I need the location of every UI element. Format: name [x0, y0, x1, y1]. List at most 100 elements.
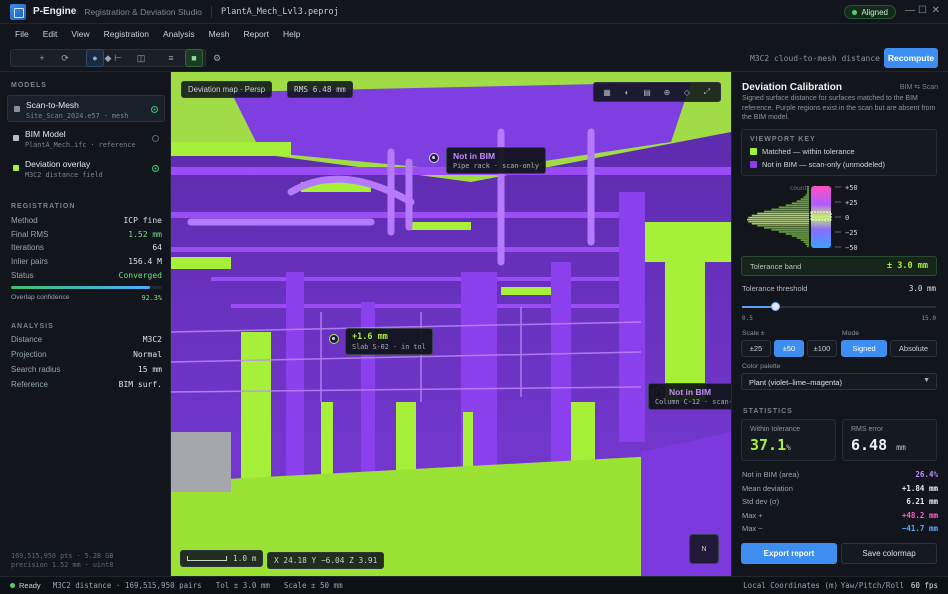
within-tolerance-unit: %	[786, 443, 791, 452]
status-tolerance: Tol ± 3.0 mm	[215, 581, 270, 590]
key-label: Matched — within tolerance	[762, 147, 855, 156]
project-file-name: PlantA_Mech_Lvl3.peproj	[221, 6, 339, 17]
colorbar-tick: −25	[845, 229, 858, 237]
callout-subtitle: Pipe rack · scan-only	[453, 162, 539, 170]
scale-100-button[interactable]: ±100	[807, 340, 837, 357]
model-name: Scan-to-Mesh	[26, 100, 79, 110]
rms-error-value: 6.48	[851, 436, 888, 454]
status-ypr: Yaw/Pitch/Roll	[840, 581, 904, 590]
settings-tool-button[interactable]: ⚙	[208, 49, 226, 67]
compass-label: N	[701, 545, 707, 553]
mode-signed-button[interactable]: Signed	[841, 340, 887, 357]
measure-icon: ⊢	[114, 52, 122, 63]
point-count-footer: 169,515,950 pts · 5.28 GB	[11, 552, 114, 560]
model-item-bim-model[interactable]: BIM Model PlantA_Mech.ifc · reference	[7, 125, 165, 152]
callout-marker[interactable]	[429, 153, 439, 163]
point-tool-button[interactable]: ●	[86, 49, 104, 67]
within-tolerance-card: Within tolerance 37.1%	[741, 419, 836, 461]
callout-column[interactable]: Not in BIM Column C-12 · scan-only	[648, 383, 731, 410]
menu-mesh[interactable]: Mesh	[209, 29, 230, 39]
stat-key: Std dev (σ)	[742, 497, 780, 506]
fullscreen-icon[interactable]: ⤢	[698, 87, 716, 97]
menu-view[interactable]: View	[71, 29, 89, 39]
callout-title: Not in BIM	[453, 151, 496, 161]
reg-method-row: Method ICP fine	[11, 216, 162, 225]
histogram-bar	[748, 216, 809, 219]
visibility-toggle[interactable]	[152, 165, 159, 172]
3d-viewport[interactable]: Deviation map · Persp RMS 6.48 mm ▦ ◐ ▤ …	[171, 72, 731, 576]
model-item-scan-to-mesh[interactable]: Scan-to-Mesh Site_Scan_2024.e57 · mesh	[7, 95, 165, 122]
maximize-button[interactable]: ☐	[918, 5, 927, 17]
compass-icon[interactable]: N	[689, 534, 719, 564]
visibility-toggle[interactable]	[152, 135, 159, 142]
status-badge: Aligned	[844, 5, 896, 19]
move-tool-button[interactable]: +	[33, 49, 51, 67]
model-meta: M3C2 distance field	[25, 171, 103, 179]
layers-tool-button[interactable]: ≡	[162, 49, 180, 67]
model-item-deviation-overlay[interactable]: Deviation overlay M3C2 distance field	[7, 155, 165, 182]
mode-absolute-button[interactable]: Absolute	[890, 340, 937, 357]
section-tool-button[interactable]: ◫	[132, 49, 150, 67]
close-button[interactable]: ✕	[932, 5, 940, 17]
app-logo-icon	[10, 3, 26, 20]
menu-analysis[interactable]: Analysis	[163, 29, 195, 39]
title-bar: P-Engine Registration & Deviation Studio…	[0, 0, 948, 24]
scale-50-button[interactable]: ±50	[774, 340, 804, 357]
title-divider	[211, 5, 212, 18]
model-name: BIM Model	[25, 129, 66, 139]
histogram-bar	[806, 245, 809, 248]
callout-title: +1.6 mm	[352, 332, 388, 342]
histogram-bar	[757, 224, 809, 227]
minimize-button[interactable]: —	[905, 5, 915, 17]
visibility-toggle[interactable]	[151, 106, 158, 113]
menu-registration[interactable]: Registration	[104, 29, 149, 39]
grid-icon[interactable]: ▦	[598, 88, 616, 97]
histogram-bar	[803, 196, 809, 198]
callout-marker[interactable]	[329, 334, 339, 344]
threshold-label: Tolerance threshold	[742, 284, 808, 293]
rms-error-unit: mm	[896, 443, 906, 452]
threshold-slider-fill	[742, 306, 776, 308]
move-icon: +	[39, 53, 45, 63]
menu-edit[interactable]: Edit	[43, 29, 58, 39]
menu-help[interactable]: Help	[283, 29, 300, 39]
menu-file[interactable]: File	[15, 29, 29, 39]
analysis-heading: ANALYSIS	[11, 323, 54, 330]
target-icon[interactable]: ⊕	[658, 88, 676, 97]
rotate-tool-button[interactable]: ⟳	[56, 49, 74, 67]
measure-tool-button[interactable]: ⊢	[109, 49, 127, 67]
recompute-button[interactable]: Recompute	[884, 48, 938, 68]
save-colormap-button[interactable]: Save colormap	[841, 543, 937, 564]
stat-row-std: Std dev (σ) 6.21 mm	[742, 497, 938, 506]
layers-view-icon[interactable]: ▤	[638, 88, 656, 97]
threshold-slider[interactable]	[742, 302, 936, 311]
point-icon: ●	[92, 53, 98, 63]
histogram-bar	[757, 212, 809, 215]
kv-key: Method	[11, 216, 38, 225]
export-report-button[interactable]: Export report	[741, 543, 837, 564]
threshold-slider-thumb[interactable]	[771, 302, 781, 311]
viewport-key-heading: VIEWPORT KEY	[750, 136, 816, 143]
kv-value: 1.52 mm	[128, 230, 162, 239]
models-heading: MODELS	[11, 82, 47, 89]
settings-icon: ⚙	[212, 52, 222, 63]
histogram-bar	[751, 222, 809, 225]
shading-icon[interactable]: ◐	[618, 88, 636, 97]
reg-status-row: Status Converged	[11, 271, 162, 280]
histogram-bar	[763, 227, 809, 229]
tolerance-band-row: Tolerance band ± 3.0 mm	[741, 256, 937, 276]
menu-report[interactable]: Report	[243, 29, 269, 39]
stat-row-max-neg: Max − −41.7 mm	[742, 524, 938, 533]
status-ready: Ready	[19, 581, 41, 590]
callout-slab[interactable]: +1.6 mm Slab S-02 · in tol	[345, 328, 433, 355]
stat-value: 26.4%	[915, 470, 938, 479]
mesh-tool-button[interactable]: ■	[185, 49, 203, 67]
palette-select[interactable]: Plant (violet–lime–magenta) ▼	[741, 373, 937, 390]
key-swatch	[750, 148, 757, 155]
overlap-progress-bar	[11, 286, 162, 289]
wireframe-icon[interactable]: ◇	[678, 88, 696, 97]
scale-25-button[interactable]: ±25	[741, 340, 771, 357]
view-mode-label[interactable]: Deviation map · Persp	[181, 81, 273, 98]
callout-pipe-rack[interactable]: Not in BIM Pipe rack · scan-only	[446, 147, 546, 174]
histogram-bar	[800, 198, 809, 200]
